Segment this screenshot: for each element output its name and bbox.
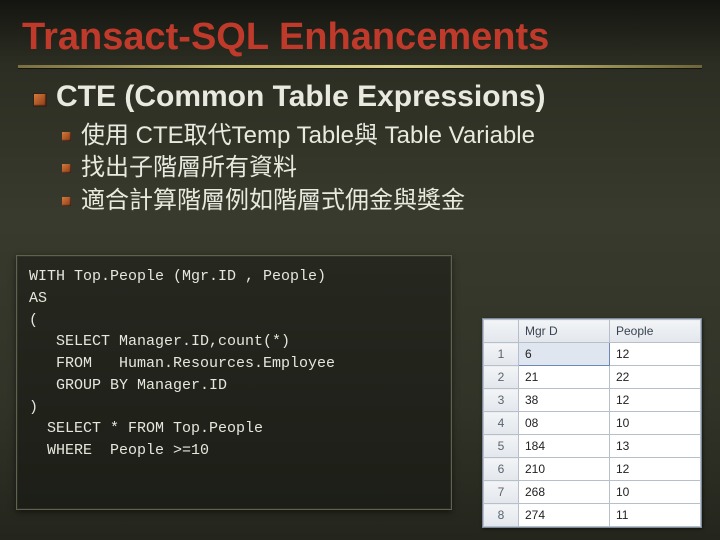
grid-cell: 210 (519, 458, 610, 481)
grid-cell: 6 (519, 343, 610, 366)
grid-row-header: 4 (484, 412, 519, 435)
grid-cell: 12 (610, 389, 701, 412)
bullet-square-icon (62, 164, 71, 173)
grid-cell: 38 (519, 389, 610, 412)
slide-title: Transact-SQL Enhancements (0, 0, 720, 65)
table-row: 3 38 12 (484, 389, 701, 412)
section-heading: CTE (Common Table Expressions) (34, 80, 720, 114)
grid-row-header: 3 (484, 389, 519, 412)
section-heading-text: CTE (Common Table Expressions) (56, 80, 546, 114)
bullet-square-icon (62, 132, 71, 141)
content-section: CTE (Common Table Expressions) 使用 CTE取代T… (0, 80, 720, 217)
sql-code-block: WITH Top.People (Mgr.ID , People) AS ( S… (16, 255, 452, 510)
grid-header-row: Mgr D People (484, 320, 701, 343)
table-row: 6 210 12 (484, 458, 701, 481)
grid-col-header: Mgr D (519, 320, 610, 343)
table-row: 5 184 13 (484, 435, 701, 458)
grid-row-header: 2 (484, 366, 519, 389)
table-row: 1 6 12 (484, 343, 701, 366)
bullet-item: 使用 CTE取代Temp Table與 Table Variable (34, 120, 720, 152)
grid-cell: 22 (610, 366, 701, 389)
bullet-square-icon (62, 197, 71, 206)
grid-cell: 274 (519, 504, 610, 527)
bullet-item: 找出子階層所有資料 (34, 152, 720, 184)
grid-cell: 184 (519, 435, 610, 458)
bullet-text: 找出子階層所有資料 (81, 152, 297, 184)
table-row: 8 274 11 (484, 504, 701, 527)
bullet-item: 適合計算階層例如階層式佣金與獎金 (34, 185, 720, 217)
grid-cell: 268 (519, 481, 610, 504)
result-grid: Mgr D People 1 6 12 2 21 22 3 38 12 4 08… (482, 318, 702, 528)
grid-cell: 21 (519, 366, 610, 389)
grid-row-header: 7 (484, 481, 519, 504)
grid-row-header: 6 (484, 458, 519, 481)
table-row: 2 21 22 (484, 366, 701, 389)
grid-cell: 12 (610, 343, 701, 366)
grid-cell: 11 (610, 504, 701, 527)
grid-cell: 13 (610, 435, 701, 458)
grid-col-header: People (610, 320, 701, 343)
grid-cell: 12 (610, 458, 701, 481)
grid-cell: 10 (610, 481, 701, 504)
grid-row-header: 1 (484, 343, 519, 366)
grid-row-header: 8 (484, 504, 519, 527)
table-row: 4 08 10 (484, 412, 701, 435)
bullet-text: 使用 CTE取代Temp Table與 Table Variable (81, 120, 535, 152)
grid-cell: 10 (610, 412, 701, 435)
title-underline (18, 65, 702, 68)
bullet-square-icon (34, 94, 46, 106)
grid-corner (484, 320, 519, 343)
table-row: 7 268 10 (484, 481, 701, 504)
bullet-text: 適合計算階層例如階層式佣金與獎金 (81, 185, 465, 217)
grid-cell: 08 (519, 412, 610, 435)
grid-row-header: 5 (484, 435, 519, 458)
